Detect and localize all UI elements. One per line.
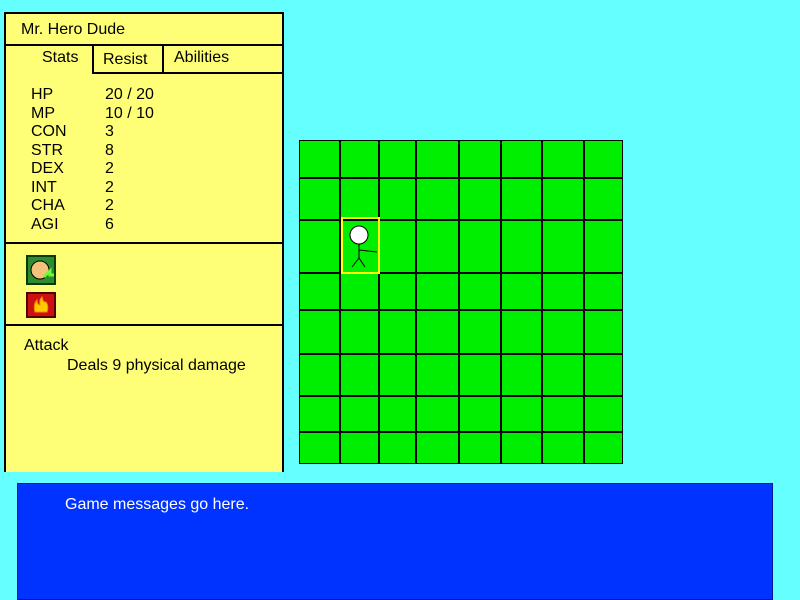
message-text: Game messages go here. <box>65 496 250 513</box>
message-log: Game messages go here. <box>17 483 773 600</box>
stat-row-hp: HP 20 / 20 <box>31 86 154 105</box>
stat-row-str: STR 8 <box>31 142 154 161</box>
tab-resist[interactable]: Resist <box>103 51 147 69</box>
stat-label: DEX <box>31 160 64 177</box>
stat-label: STR <box>31 141 63 159</box>
stat-value: 2 <box>105 197 114 214</box>
stat-label: MP <box>31 104 55 122</box>
character-panel: Mr. Hero Dude Stats Resist Abilities HP 2… <box>4 12 284 472</box>
ability-description: Deals 9 physical damage <box>67 357 246 374</box>
stat-row-dex: DEX 2 <box>31 160 154 179</box>
fire-ability-icon[interactable] <box>26 292 56 318</box>
stats-divider <box>6 242 284 244</box>
stat-value: 2 <box>105 160 114 177</box>
stat-value: 2 <box>105 178 114 196</box>
stat-value: 3 <box>105 123 114 140</box>
ability-name: Attack <box>24 337 69 354</box>
stat-value: 6 <box>105 215 114 233</box>
tab-bar-bottom-divider <box>92 72 284 74</box>
abilities-divider <box>6 324 284 326</box>
attack-ability-icon[interactable] <box>26 255 56 285</box>
stat-label: CHA <box>31 197 65 214</box>
tab-divider-2 <box>162 44 164 74</box>
stat-value: 8 <box>105 141 114 159</box>
stat-value: 10 / 10 <box>105 104 154 122</box>
map-grid <box>299 140 623 464</box>
stat-row-int: INT 2 <box>31 179 154 198</box>
tab-stats[interactable]: Stats <box>42 49 78 67</box>
stat-row-con: CON 3 <box>31 123 154 142</box>
character-name: Mr. Hero Dude <box>21 21 126 38</box>
stat-row-mp: MP 10 / 10 <box>31 105 154 124</box>
stats-list: HP 20 / 20 MP 10 / 10 CON 3 STR 8 DEX 2 INT 2 … <box>31 86 154 234</box>
stat-label: HP <box>31 86 54 103</box>
tab-divider-1 <box>92 44 94 74</box>
tab-abilities[interactable]: Abilities <box>174 49 229 67</box>
tab-bar-top-divider <box>6 44 284 46</box>
stat-row-cha: CHA 2 <box>31 197 154 216</box>
stat-row-agi: AGI 6 <box>31 216 154 235</box>
game-map[interactable] <box>299 140 623 464</box>
stat-label: INT <box>31 178 57 196</box>
stat-value: 20 / 20 <box>105 86 154 103</box>
stat-label: CON <box>31 123 67 140</box>
stat-label: AGI <box>31 215 59 233</box>
